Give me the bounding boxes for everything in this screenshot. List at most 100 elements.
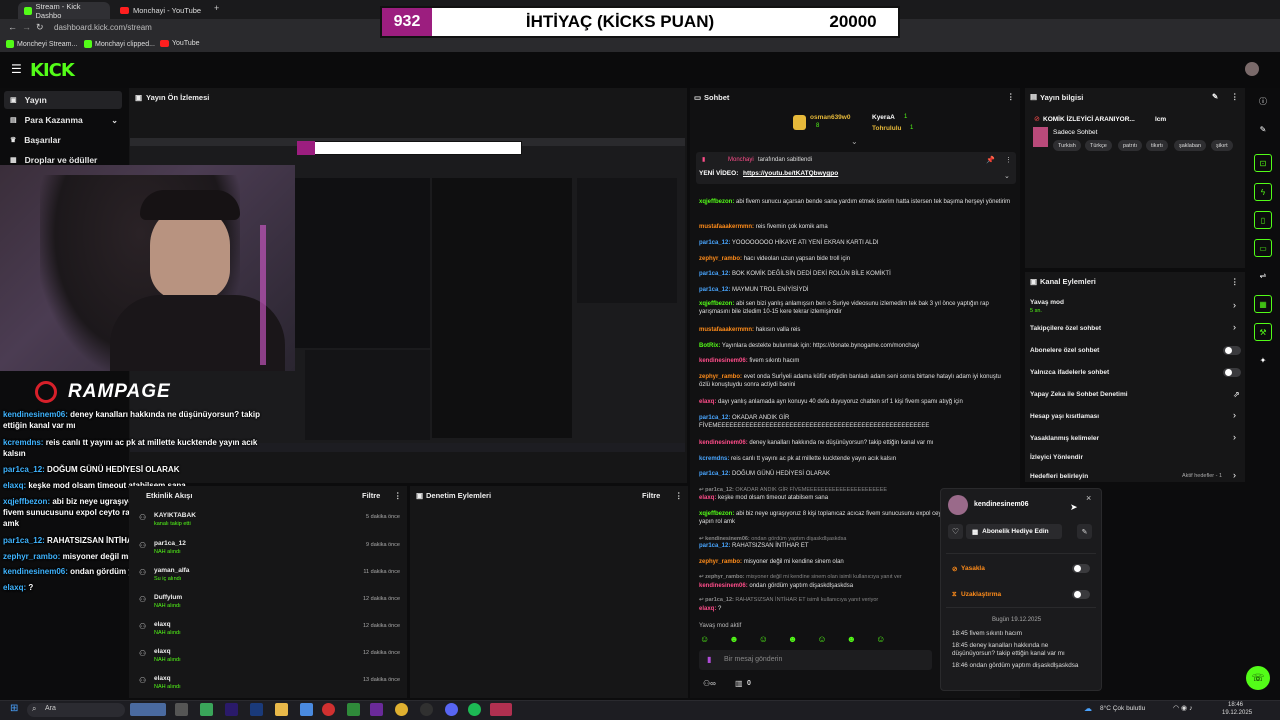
emote-bar[interactable]: ☺ ☻ ☺ ☻ ☺ ☻ ☺ bbox=[700, 634, 915, 646]
activity-item[interactable]: Duffylum NAH alındı bbox=[154, 594, 182, 609]
chat-message[interactable]: xqjeffbezon: abi fivem sunucu açarsan be… bbox=[699, 198, 1011, 206]
wrench-icon[interactable]: ⚒ bbox=[1254, 323, 1272, 341]
stream-tag[interactable]: şikırt bbox=[1211, 140, 1233, 151]
stream-category[interactable]: Sadece Sohbet bbox=[1053, 129, 1097, 136]
chat-message[interactable]: zephyr_rambo: evet onda Surİyeli adama k… bbox=[699, 373, 1011, 389]
action-slow-mode[interactable]: Yavaş mod bbox=[1030, 299, 1064, 306]
edit-icon[interactable]: ✎ bbox=[1212, 92, 1218, 101]
app-icon[interactable] bbox=[490, 703, 512, 716]
chat-message[interactable]: mustafaaakermmn: hakısın valla reis bbox=[699, 326, 1011, 334]
chat-username[interactable]: elaxq: bbox=[699, 495, 716, 501]
sidebar-item-basarilar[interactable]: ♛ Başarılar bbox=[4, 131, 122, 149]
news-widget-icon[interactable] bbox=[130, 703, 166, 716]
filter-button[interactable]: Filtre bbox=[642, 491, 660, 500]
emote-icon[interactable]: ☺ bbox=[700, 634, 709, 646]
chat-message[interactable]: kendinesinem06: deney kanalları hakkında… bbox=[699, 439, 1011, 447]
file-explorer-icon[interactable] bbox=[275, 703, 288, 716]
bookmark-item[interactable]: YouTube bbox=[160, 40, 200, 47]
kick-logo[interactable]: KICK bbox=[30, 60, 75, 81]
chat-message[interactable]: xqjeffbezon: abi sen bizi yanlış anlamış… bbox=[699, 300, 1011, 316]
document-icon[interactable]: ▯ bbox=[1254, 211, 1272, 229]
moderation-icon[interactable]: ⊡ bbox=[1254, 154, 1272, 172]
emote-picker-icon[interactable]: ▮ bbox=[707, 655, 711, 664]
activity-item[interactable]: elaxq NAH alındı bbox=[154, 648, 181, 663]
more-options-icon[interactable]: ⋮ bbox=[1231, 92, 1239, 101]
chat-username[interactable]: xqjeffbezon: bbox=[699, 301, 734, 307]
sparkle-icon[interactable]: ✦ bbox=[1254, 351, 1272, 369]
emote-icon[interactable]: ☺ bbox=[817, 634, 826, 646]
chat-message[interactable]: par1ca_12: MAYMUN TROL ENİYİSİYDİ bbox=[699, 286, 1011, 294]
chat-message[interactable]: par1ca_12: DOĞUM GÜNÜ HEDİYESİ OLARAK bbox=[699, 470, 1011, 478]
tab-kick-dashboard[interactable]: Stream - Kick Dashbo bbox=[18, 2, 110, 20]
more-options-icon[interactable]: ⋮ bbox=[394, 491, 402, 500]
chat-username[interactable]: par1ca_12: bbox=[699, 240, 730, 246]
action-followers-only[interactable]: Takipçilere özel sohbet bbox=[1030, 325, 1101, 332]
activity-user[interactable]: elaxq bbox=[154, 648, 181, 655]
clock-time[interactable]: 18:46 bbox=[1228, 702, 1243, 708]
action-ai-moderation[interactable]: Yapay Zeka ile Sohbet Denetimi bbox=[1030, 391, 1128, 398]
chat-message[interactable]: par1ca_12: BOK KOMİK DEĞİLSİN DEDİ DEKİ … bbox=[699, 270, 1011, 278]
chat-username[interactable]: kendinesinem06: bbox=[699, 440, 748, 446]
user-card-username[interactable]: kendinesinem06 bbox=[974, 501, 1028, 508]
action-goals[interactable]: Hedefleri belirleyin bbox=[1030, 473, 1088, 480]
sidebar-item-para-kazanma[interactable]: ▤ Para Kazanma ⌄ bbox=[4, 111, 122, 129]
chat-username[interactable]: kendinesinem06: bbox=[699, 583, 748, 589]
notepad-icon[interactable] bbox=[300, 703, 313, 716]
chat-username[interactable]: elaxq: bbox=[699, 606, 716, 612]
edit-icon[interactable]: ✎ bbox=[1254, 120, 1272, 138]
lightning-icon[interactable]: ϟ bbox=[1254, 183, 1272, 201]
top-gifter-name[interactable]: Tohrululu bbox=[872, 125, 901, 132]
activity-user[interactable]: elaxq bbox=[154, 621, 181, 628]
top-gifter-name[interactable]: osman639w0 bbox=[810, 114, 850, 121]
pin-icon[interactable]: ✎ bbox=[1077, 524, 1092, 539]
action-host[interactable]: İzleyici Yönlendir bbox=[1030, 454, 1083, 461]
app-icon[interactable] bbox=[370, 703, 383, 716]
excel-icon[interactable] bbox=[347, 703, 360, 716]
chat-username[interactable]: par1ca_12: bbox=[699, 471, 730, 477]
chat-message[interactable]: elaxq: dayı yanlış anlamada ayrı konuyu … bbox=[699, 398, 1011, 406]
activity-user[interactable]: KAYIKTABAK bbox=[154, 512, 196, 519]
chat-message[interactable]: BotRix: Yayınlara destekte bulunmak için… bbox=[699, 342, 1011, 350]
unpin-icon[interactable]: 📌 bbox=[986, 156, 995, 164]
gift-icon[interactable]: ▥ bbox=[735, 679, 743, 688]
reload-icon[interactable]: ↻ bbox=[36, 22, 44, 33]
sidebar-item-yayin[interactable]: ▣ Yayın bbox=[4, 91, 122, 109]
chat-icon[interactable]: ▭ bbox=[1254, 239, 1272, 257]
emote-icon[interactable]: ☻ bbox=[729, 634, 738, 646]
action-emote-only[interactable]: Yalnızca ifadelerle sohbet bbox=[1030, 369, 1109, 376]
tray-icons[interactable]: ◠ ◉ ♪ bbox=[1173, 704, 1193, 712]
action-banned-words[interactable]: Yasaklanmış kelimeler bbox=[1030, 435, 1099, 442]
support-chat-icon[interactable]: ☏ bbox=[1246, 666, 1270, 690]
url-field[interactable]: dashboard.kick.com/stream bbox=[54, 23, 152, 32]
chat-username[interactable]: par1ca_12: bbox=[699, 543, 730, 549]
chrome-icon[interactable] bbox=[395, 703, 408, 716]
emote-icon[interactable]: ☺ bbox=[759, 634, 768, 646]
follow-heart-icon[interactable]: ♡ bbox=[948, 524, 963, 539]
more-options-icon[interactable]: ⋮ bbox=[1231, 277, 1239, 286]
chat-username[interactable]: xqjeffbezon: bbox=[699, 511, 734, 517]
chat-username[interactable]: ↩ par1ca_12: bbox=[699, 597, 734, 603]
chat-username[interactable]: elaxq: bbox=[699, 399, 716, 405]
stream-tag[interactable]: patrıtı bbox=[1118, 140, 1143, 151]
filter-button[interactable]: Filtre bbox=[362, 491, 380, 500]
chat-username[interactable]: zephyr_rambo: bbox=[699, 256, 742, 262]
expand-icon[interactable]: ⌄ bbox=[851, 137, 858, 146]
windows-start-icon[interactable]: ⊞ bbox=[10, 703, 18, 714]
chat-message[interactable]: kcremdns: reis canlı tt yayını ac pk at … bbox=[699, 455, 1011, 463]
opera-icon[interactable] bbox=[322, 703, 335, 716]
more-options-icon[interactable]: ⋮ bbox=[675, 491, 683, 500]
chat-username[interactable]: kendinesinem06: bbox=[699, 358, 748, 364]
activity-item[interactable]: KAYIKTABAK kanalı takip etti bbox=[154, 512, 196, 527]
calendar-icon[interactable]: ▦ bbox=[1254, 295, 1272, 313]
chat-username[interactable]: xqjeffbezon: bbox=[699, 199, 734, 205]
bookmark-item[interactable]: Monchayi clipped... bbox=[84, 40, 155, 48]
chat-message[interactable]: zephyr_rambo: hacı videoları uzun yapsan… bbox=[699, 255, 1011, 263]
emote-icon[interactable]: ☺ bbox=[876, 634, 885, 646]
activity-item[interactable]: elaxq NAH alındı bbox=[154, 621, 181, 636]
chevron-right-icon[interactable]: › bbox=[1233, 410, 1236, 420]
more-options-icon[interactable]: ⋮ bbox=[1005, 156, 1012, 164]
chat-username[interactable]: mustafaaakermmn: bbox=[699, 224, 754, 230]
action-subscribers-only[interactable]: Abonelere özel sohbet bbox=[1030, 347, 1099, 354]
chat-username[interactable]: kcremdns: bbox=[699, 456, 729, 462]
points-icon[interactable]: ⚇∞ bbox=[703, 679, 716, 688]
